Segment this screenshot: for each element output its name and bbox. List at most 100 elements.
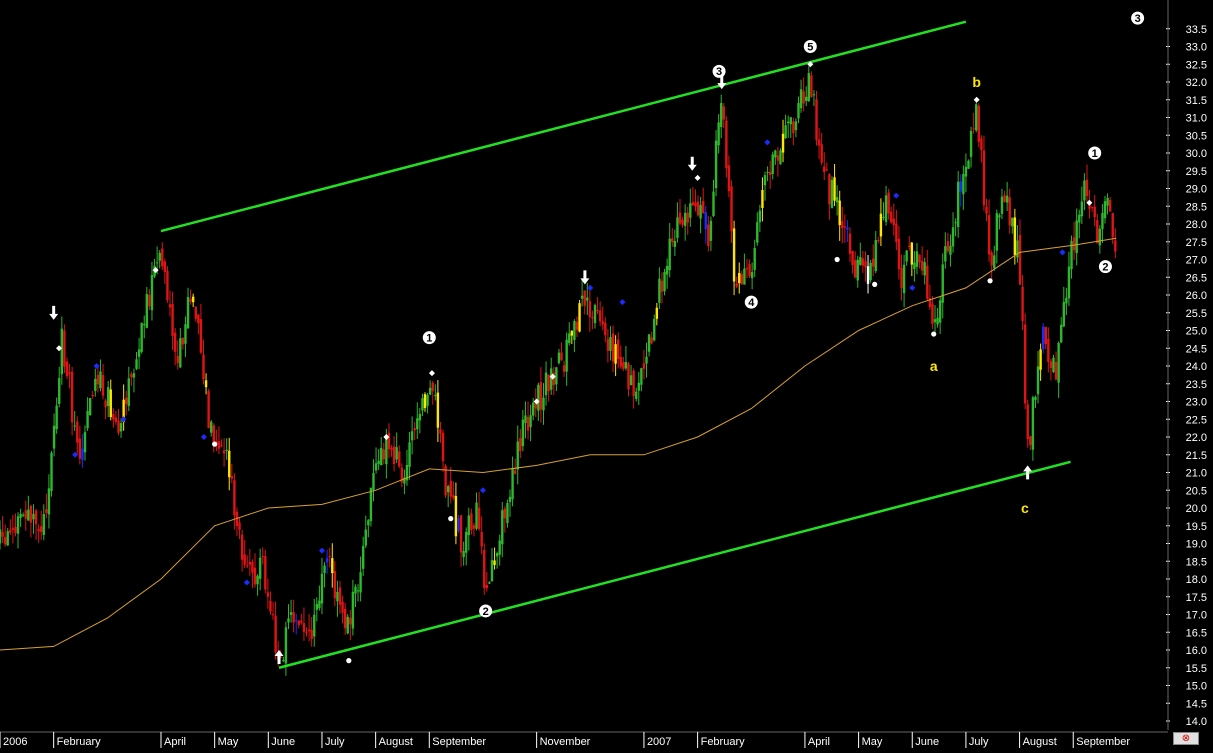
candle-body [410, 431, 414, 441]
candle-body [248, 561, 252, 565]
y-tick-label: 31.5 [1186, 95, 1207, 107]
candle-body [1085, 179, 1089, 196]
candle-body [575, 321, 579, 331]
y-tick-label: 30.5 [1186, 130, 1207, 142]
candle-body [78, 438, 82, 459]
candle-body [1013, 217, 1017, 256]
candle-body [732, 228, 736, 282]
candle-body [838, 200, 841, 226]
candle-body [1093, 206, 1096, 218]
candle-body [511, 467, 514, 500]
candle-body [1101, 213, 1104, 230]
wave-label: 4 [748, 297, 755, 309]
candle-body [6, 531, 9, 546]
candle-body [40, 526, 43, 532]
candle-body [830, 180, 834, 208]
candle-body [650, 337, 653, 344]
candle-body [624, 361, 628, 369]
candle-body [264, 556, 267, 590]
candle-body [480, 532, 483, 547]
candle-body [14, 526, 17, 533]
y-tick-label: 14.0 [1186, 716, 1207, 728]
wave-label: 1 [1092, 148, 1098, 160]
candle-body [374, 463, 378, 471]
wave-label: 3 [1135, 13, 1141, 25]
candle-body [1098, 228, 1102, 246]
candle-body [933, 319, 937, 323]
candle-body [1090, 206, 1094, 208]
candle-body [114, 417, 118, 422]
candle-body [632, 370, 635, 397]
candle-body [60, 328, 64, 375]
candle-body [63, 330, 66, 367]
candle-body [117, 420, 120, 433]
candle-body [351, 591, 355, 629]
candle-body [897, 238, 901, 270]
candle-body [1052, 357, 1055, 373]
candle-body [707, 224, 710, 247]
candle-body [1034, 396, 1037, 401]
candle-body [230, 476, 234, 479]
x-tick-label: June [915, 736, 939, 748]
candle-body [807, 72, 810, 102]
candle-body [421, 398, 424, 411]
candle-body [202, 354, 205, 380]
candle-body [73, 425, 76, 427]
candle-body [835, 197, 839, 203]
candle-body [431, 382, 434, 392]
candle-body [673, 241, 677, 247]
wave-label: 2 [483, 606, 489, 618]
candle-body [699, 205, 702, 219]
candle-body [537, 384, 540, 411]
candle-body [197, 314, 200, 324]
y-tick-label: 16.5 [1186, 627, 1207, 639]
x-tick-label: May [862, 736, 883, 748]
candle-body [591, 316, 594, 319]
candle-body [794, 121, 798, 131]
candle-body [637, 382, 640, 391]
candle-body [681, 219, 684, 225]
candle-body [748, 264, 751, 277]
y-tick-label: 26.5 [1186, 272, 1207, 284]
candle-body [338, 587, 342, 605]
candle-body [29, 505, 33, 523]
candle-body [225, 449, 228, 451]
candle-body [1039, 349, 1042, 370]
candle-body [781, 133, 785, 153]
candle-body [163, 261, 167, 273]
candle-body [377, 460, 380, 465]
candle-body [34, 510, 38, 525]
candle-body [671, 238, 674, 243]
error-indicator-icon[interactable]: ⊗ [1173, 732, 1199, 745]
candle-body [550, 368, 553, 390]
candle-body [1026, 404, 1029, 440]
candle-body [161, 248, 164, 267]
candle-body [258, 557, 262, 579]
dot-marker [448, 516, 454, 522]
y-tick-label: 27.0 [1186, 255, 1207, 267]
candle-body [266, 592, 270, 597]
candle-body [45, 509, 48, 513]
candle-body [598, 310, 602, 322]
candle-body [908, 245, 911, 248]
x-tick-label: August [379, 736, 413, 748]
candle-body [1018, 235, 1022, 285]
candle-body [557, 352, 561, 364]
y-tick-label: 23.0 [1186, 397, 1207, 409]
candle-body [900, 268, 903, 288]
candle-body [127, 378, 130, 407]
candle-body [207, 391, 210, 429]
x-tick-label: August [1023, 736, 1057, 748]
candle-body [191, 296, 195, 303]
x-tick-label: April [164, 736, 186, 748]
y-tick-label: 21.5 [1186, 450, 1207, 462]
y-tick-label: 29.0 [1186, 184, 1207, 196]
candle-body [228, 450, 231, 478]
price-chart: 1 2 3 4 5 1 2 3 a b c 14.0 14.5 15.0 15.5 16.0 16.5 17.0… [0, 0, 1213, 748]
candle-body [385, 436, 388, 465]
y-tick-label: 24.5 [1186, 343, 1207, 355]
candle-body [83, 432, 87, 453]
candle-body [210, 421, 213, 433]
candle-body [887, 192, 890, 214]
candle-body [727, 165, 731, 192]
